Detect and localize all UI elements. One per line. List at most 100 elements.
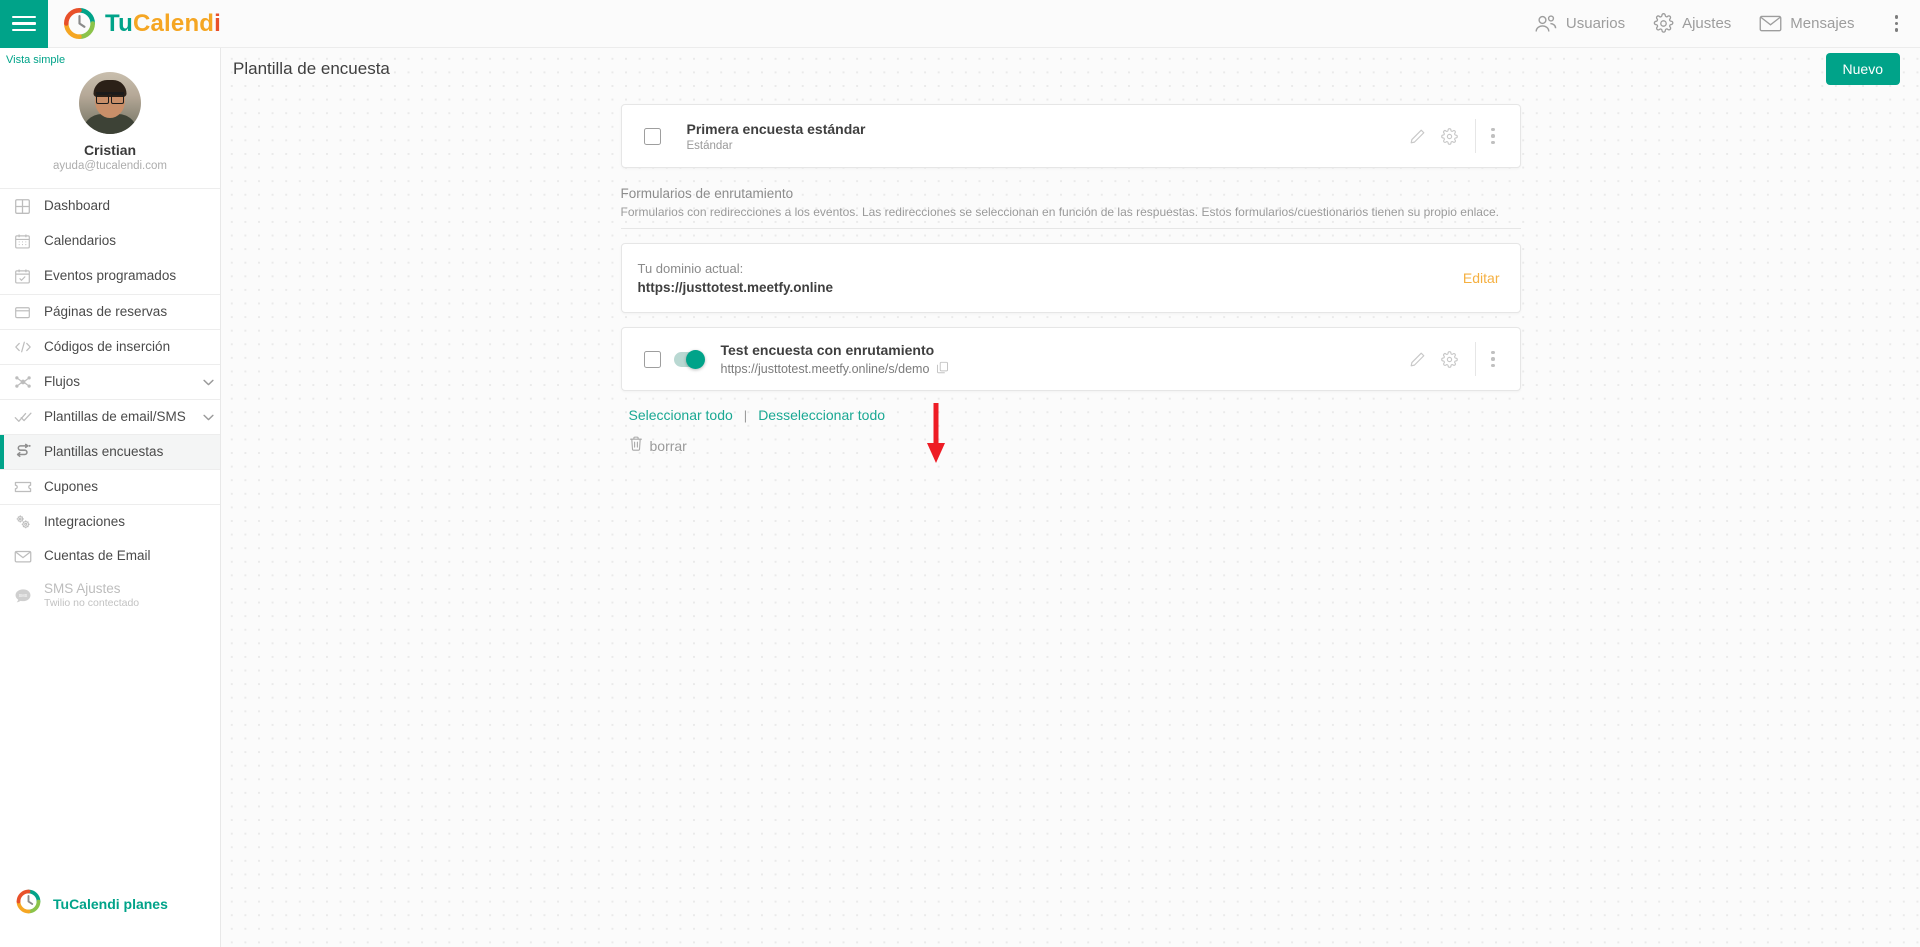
sidebar-item-sms-ajustes[interactable]: SMS SMS Ajustes Twilio no contectado [0,574,220,618]
hamburger-line [12,28,36,32]
routing-survey-link-row: https://justtotest.meetfy.online/s/demo [721,361,1402,377]
envelope-icon [14,549,44,564]
topnav-item-usuarios[interactable]: Usuarios [1534,14,1625,34]
sidebar-item-integraciones[interactable]: Integraciones [0,504,220,539]
view-mode-label[interactable]: Vista simple [0,48,220,68]
select-all-link[interactable]: Seleccionar todo [629,407,733,423]
sidebar: Vista simple Cristian ayuda@tucalendi.co… [0,48,221,947]
routing-survey-title: Test encuesta con enrutamiento [720,341,935,358]
sidebar-item-label: Páginas de reservas [44,303,168,319]
standard-survey-checkbox[interactable] [643,127,661,145]
delete-button[interactable]: borrar [621,436,1521,456]
double-check-icon [14,410,44,425]
copy-icon[interactable] [936,361,949,377]
routing-survey-toggle[interactable] [673,349,705,369]
ticket-icon [14,480,44,494]
table-row: Primera encuesta estándar Estándar [622,105,1520,167]
sidebar-item-plantillas-encuestas[interactable]: Plantillas encuestas [0,434,220,469]
profile-block: Cristian ayuda@tucalendi.com [0,68,220,189]
routing-section-header: Formularios de enrutamiento Formularios … [620,186,1521,229]
window-icon [14,304,44,321]
hamburger-icon[interactable] [0,0,48,48]
deselect-all-link[interactable]: Desseleccionar todo [758,407,885,423]
topnav-label: Usuarios [1565,15,1626,32]
sidebar-item-codigos-de-insercion[interactable]: Códigos de inserción [0,329,220,364]
calendar-icon [14,233,44,250]
sidebar-plans-label: TuCalendi planes [53,896,168,912]
pencil-icon[interactable] [1401,343,1433,375]
domain-texts: Tu dominio actual: https://justtotest.me… [638,261,1463,295]
kebab-dot [1491,134,1495,138]
domain-edit-link[interactable]: Editar [1463,270,1500,286]
code-icon [14,339,44,355]
routing-survey-actions [1401,342,1504,376]
profile-name: Cristian [83,142,137,158]
bulk-separator: | [743,407,748,423]
kebab-dot [1894,28,1898,32]
topnav-item-mensajes[interactable]: Mensajes [1759,14,1855,33]
gears-icon [14,513,44,531]
hamburger-line [12,15,36,19]
standard-survey-texts: Primera encuesta estándar Estándar [687,121,1402,152]
new-button[interactable]: Nuevo [1825,53,1900,85]
kebab-menu-icon[interactable] [1482,122,1504,151]
gear-icon[interactable] [1433,120,1465,152]
kebab-dot [1894,15,1898,19]
domain-label: Tu dominio actual: [637,261,744,276]
domain-card: Tu dominio actual: https://justtotest.me… [620,243,1521,313]
brand-logo-area[interactable]: TuCalendi [63,7,221,40]
gear-icon[interactable] [1433,343,1465,375]
standard-survey-card: Primera encuesta estándar Estándar [620,104,1521,168]
kebab-menu-icon[interactable] [1482,345,1504,374]
sidebar-item-tucalendi-planes[interactable]: TuCalendi planes [0,889,220,919]
action-divider [1475,119,1476,153]
routing-section-description: Formularios con redirecciones a los even… [620,205,1499,219]
top-navigation: Usuarios Ajustes Mensajes [1534,9,1920,38]
kebab-dot [1491,357,1495,361]
chevron-down-icon[interactable] [196,414,220,421]
sidebar-item-title: SMS Ajustes [44,581,121,597]
standard-survey-actions [1401,119,1504,153]
gear-icon [1653,13,1674,34]
envelope-icon [1759,14,1782,33]
sidebar-item-eventos-programados[interactable]: Eventos programados [0,259,220,294]
users-icon [1534,14,1558,34]
sidebar-item-sublabel: Twilio no contectado [44,597,140,610]
chevron-down-icon[interactable] [196,379,220,386]
sidebar-item-label: Códigos de inserción [44,338,171,354]
sidebar-item-cuentas-de-email[interactable]: Cuentas de Email [0,539,220,574]
routing-survey-checkbox[interactable] [643,350,661,368]
page-header: Plantilla de encuesta Nuevo [221,48,1920,90]
avatar[interactable] [79,72,141,134]
standard-survey-title: Primera encuesta estándar [686,120,866,137]
topnav-item-ajustes[interactable]: Ajustes [1653,13,1731,34]
sidebar-item-cupones[interactable]: Cupones [0,469,220,504]
kebab-dot [1894,21,1898,26]
profile-email: ayuda@tucalendi.com [53,160,167,172]
sidebar-item-label: Dashboard [44,198,111,214]
delete-label: borrar [649,438,687,454]
hamburger-line [12,22,36,25]
toggle-knob [685,349,705,369]
sidebar-item-dashboard[interactable]: Dashboard [0,189,220,224]
routing-section-title: Formularios de enrutamiento [620,186,794,201]
sidebar-item-label: SMS Ajustes Twilio no contectado [44,581,220,610]
kebab-dot [1491,140,1495,145]
avatar-glasses [96,92,124,105]
flow-icon [14,373,44,391]
sidebar-item-calendarios[interactable]: Calendarios [0,224,220,259]
survey-icon [14,443,44,461]
kebab-dot [1491,363,1495,368]
sidebar-item-flujos[interactable]: Flujos [0,364,220,399]
pencil-icon[interactable] [1401,120,1433,152]
kebab-dot [1491,350,1495,355]
sidebar-item-paginas-de-reservas[interactable]: Páginas de reservas [0,294,220,329]
brand-part-2: Calend [132,9,215,37]
brand-part-1: Tu [105,9,133,37]
kebab-menu-icon[interactable] [1887,9,1907,38]
bulk-actions: Seleccionar todo | Desseleccionar todo [621,407,1521,423]
main-content: Plantilla de encuesta Nuevo Primera encu… [221,48,1920,947]
action-divider [1475,342,1476,376]
sidebar-item-label: Plantillas encuestas [44,443,164,459]
sidebar-item-plantillas-de-email-sms[interactable]: Plantillas de email/SMS [0,399,220,434]
